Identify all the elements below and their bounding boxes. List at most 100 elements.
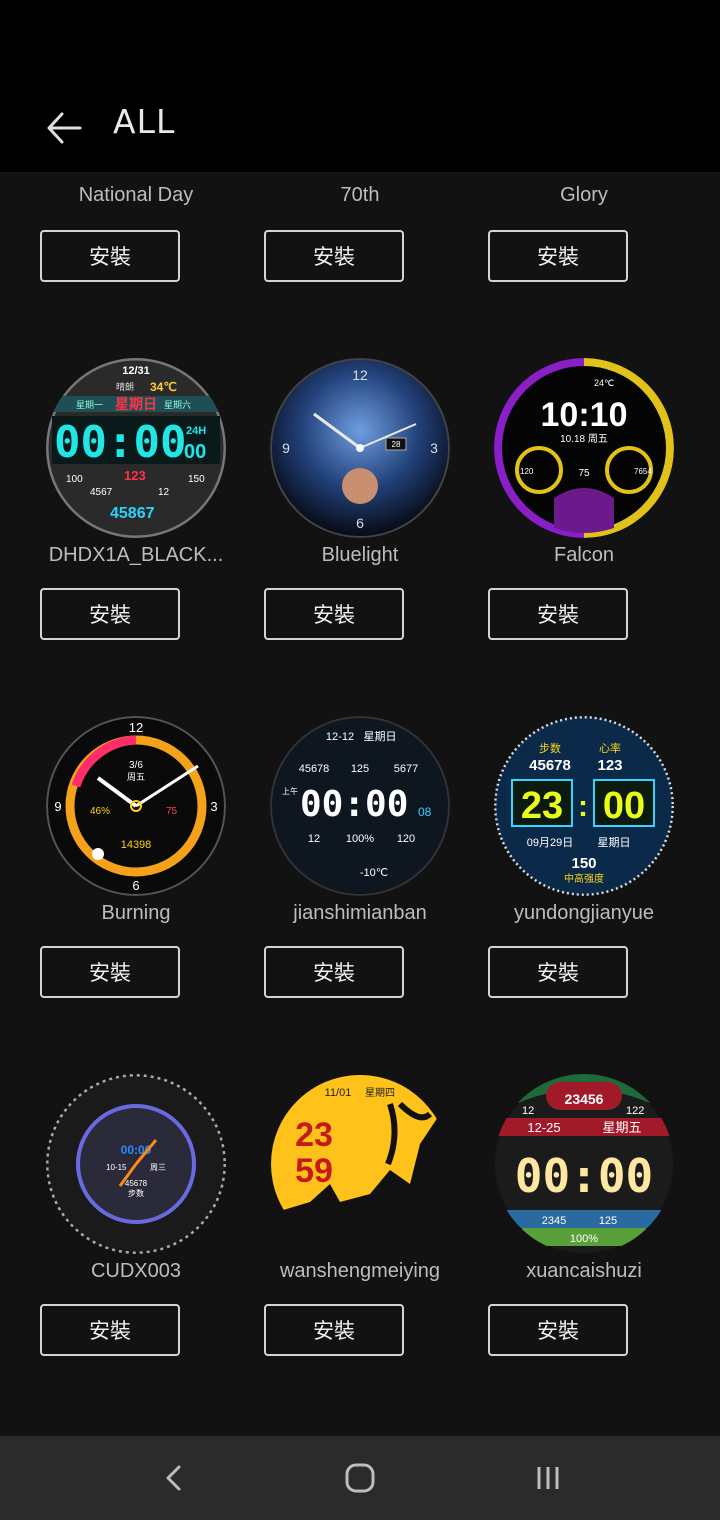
watch-face-name: CUDX003 xyxy=(90,1260,182,1282)
face-a: 12 xyxy=(522,1105,534,1117)
face-mode: 24H xyxy=(186,425,206,437)
watch-face-card[interactable]: 12 3 6 9 28 Bluelight 安裝 xyxy=(248,358,472,698)
face-date: 12-25 xyxy=(527,1120,560,1135)
watch-face-card[interactable]: National Day 安裝 xyxy=(24,172,248,340)
back-button[interactable] xyxy=(40,104,88,152)
watch-face-list[interactable]: National Day 安裝 70th 安裝 Glory 安裝 12/31 晴… xyxy=(0,172,720,1436)
face-week-center: 星期日 xyxy=(115,396,157,412)
nav-home-button[interactable] xyxy=(338,1456,382,1500)
face-f: 120 xyxy=(397,833,415,845)
watch-face-name: Falcon xyxy=(553,544,615,566)
navigation-bar xyxy=(0,1436,720,1520)
face-minute: 00 xyxy=(603,785,645,827)
watch-face-name: Burning xyxy=(101,902,171,924)
watch-face-card[interactable]: 12-12 星期日 45678 125 5677 上午 00:00 08 12 … xyxy=(248,716,472,1056)
watch-face-card[interactable]: Glory 安裝 xyxy=(472,172,696,340)
install-button[interactable]: 安裝 xyxy=(40,588,180,640)
watch-face-preview[interactable]: 12-12 星期日 45678 125 5677 上午 00:00 08 12 … xyxy=(270,716,450,896)
install-button[interactable]: 安裝 xyxy=(264,230,404,282)
watch-face-name: Glory xyxy=(560,184,608,206)
install-button[interactable]: 安裝 xyxy=(488,588,628,640)
watch-face-preview[interactable]: 23456 12 122 12-25 星期五 00:00 2345 125 10… xyxy=(494,1074,674,1254)
face-date: 10-15 xyxy=(106,1163,127,1172)
watch-face-card[interactable]: 24℃ 10:10 10.18 周五 120 75 7654 Falcon 安裝 xyxy=(472,358,696,698)
face-sec: 08 xyxy=(418,805,432,819)
face-week-left: 星期一 xyxy=(76,400,103,410)
nav-back-button[interactable] xyxy=(152,1456,196,1500)
install-button[interactable]: 安裝 xyxy=(40,946,180,998)
face-left: 120 xyxy=(520,467,534,476)
watch-face-card[interactable]: 70th 安裝 xyxy=(248,172,472,340)
install-button[interactable]: 安裝 xyxy=(488,1304,628,1356)
face-a: 45678 xyxy=(299,763,330,775)
face-n12: 12 xyxy=(352,367,368,383)
watch-face-preview[interactable]: 12/31 晴朗 34℃ 星期一 星期日 星期六 00:00 24H 00 10… xyxy=(46,358,226,538)
face-week-right: 星期六 xyxy=(164,399,191,410)
face-heart: 123 xyxy=(597,757,622,774)
face-date: 28 xyxy=(392,440,401,449)
face-time: 00:00 xyxy=(515,1149,653,1203)
watch-face-preview[interactable]: 24℃ 10:10 10.18 周五 120 75 7654 xyxy=(494,358,674,538)
watch-face-card[interactable]: 步数 心率 45678 123 23 : 00 09月29日 星期日 150 中… xyxy=(472,716,696,1056)
face-ampm: 上午 xyxy=(282,786,298,796)
watch-face-name: wanshengmeiying xyxy=(279,1260,441,1282)
face-n3: 3 xyxy=(210,799,217,814)
watch-face-card[interactable]: 23456 12 122 12-25 星期五 00:00 2345 125 10… xyxy=(472,1074,696,1414)
watch-face-card[interactable]: 12/31 晴朗 34℃ 星期一 星期日 星期六 00:00 24H 00 10… xyxy=(24,358,248,698)
face-heart-label: 心率 xyxy=(599,741,621,755)
face-b: 122 xyxy=(626,1105,644,1117)
watch-face-preview[interactable]: 12 3 6 9 3/6 周五 46% 75 14398 xyxy=(46,716,226,896)
watch-face-preview[interactable]: 11/01 星期四 23 59 xyxy=(270,1074,450,1254)
install-button[interactable]: 安裝 xyxy=(40,230,180,282)
watch-face-name: National Day xyxy=(78,184,194,206)
face-minute: 59 xyxy=(295,1152,333,1190)
watch-face-preview[interactable]: 12 3 6 9 28 xyxy=(270,358,450,538)
nav-back-icon xyxy=(166,1465,181,1491)
face-battery: 100% xyxy=(570,1233,598,1245)
face-hour: 23 xyxy=(295,1116,333,1154)
nav-recents-icon xyxy=(537,1467,559,1489)
watch-face-preview[interactable]: 步数 心率 45678 123 23 : 00 09月29日 星期日 150 中… xyxy=(494,716,674,896)
watch-face-card[interactable]: 12 3 6 9 3/6 周五 46% 75 14398 Burning 安裝 xyxy=(24,716,248,1056)
face-n12: 12 xyxy=(129,720,143,735)
face-heart: 75 xyxy=(578,468,590,479)
face-time: 00:00 xyxy=(54,417,186,468)
top-app-bar: ALL xyxy=(0,80,720,170)
face-c: 2345 xyxy=(542,1215,566,1227)
install-button[interactable]: 安裝 xyxy=(488,946,628,998)
install-button[interactable]: 安裝 xyxy=(488,230,628,282)
install-button[interactable]: 安裝 xyxy=(40,1304,180,1356)
face-steps: 45678 xyxy=(125,1179,148,1188)
face-temp: -10℃ xyxy=(360,867,388,879)
watch-face-card[interactable]: 11/01 星期四 23 59 wanshengmeiying 安裝 xyxy=(248,1074,472,1414)
face-temp: 34℃ xyxy=(150,380,177,394)
face-steps-label: 步数 xyxy=(539,742,561,755)
face-steps: 100 xyxy=(66,474,83,485)
watch-face-name: Bluelight xyxy=(321,544,399,566)
face-weekday: 周三 xyxy=(150,1163,166,1172)
face-date: 11/01 xyxy=(325,1087,352,1099)
face-total: 45867 xyxy=(110,505,155,522)
watch-face-card[interactable]: 00:00 10-15 周三 45678 步数 CUDX003 安裝 xyxy=(24,1074,248,1414)
face-battery: 46% xyxy=(90,806,110,817)
face-steps: 23456 xyxy=(565,1091,604,1107)
face-d: 125 xyxy=(599,1215,617,1227)
nav-recents-button[interactable] xyxy=(526,1456,570,1500)
face-heart: 123 xyxy=(124,468,146,483)
watch-face-name: 70th xyxy=(340,184,380,206)
watch-face-preview[interactable]: 00:00 10-15 周三 45678 步数 xyxy=(46,1074,226,1254)
face-temp: 24℃ xyxy=(594,378,614,388)
face-steps: 45678 xyxy=(529,757,571,774)
face-n9: 9 xyxy=(282,440,290,456)
face-c: 5677 xyxy=(394,763,418,775)
face-steps: 14398 xyxy=(121,839,152,851)
face-time: 00:00 xyxy=(300,784,408,825)
install-button[interactable]: 安裝 xyxy=(264,588,404,640)
page-title: ALL xyxy=(113,102,176,141)
install-button[interactable]: 安裝 xyxy=(264,1304,404,1356)
install-button[interactable]: 安裝 xyxy=(264,946,404,998)
face-intensity: 中高强度 xyxy=(564,872,604,885)
face-n6: 6 xyxy=(132,878,139,893)
face-weather: 晴朗 xyxy=(116,381,134,392)
face-n3: 3 xyxy=(430,440,438,456)
